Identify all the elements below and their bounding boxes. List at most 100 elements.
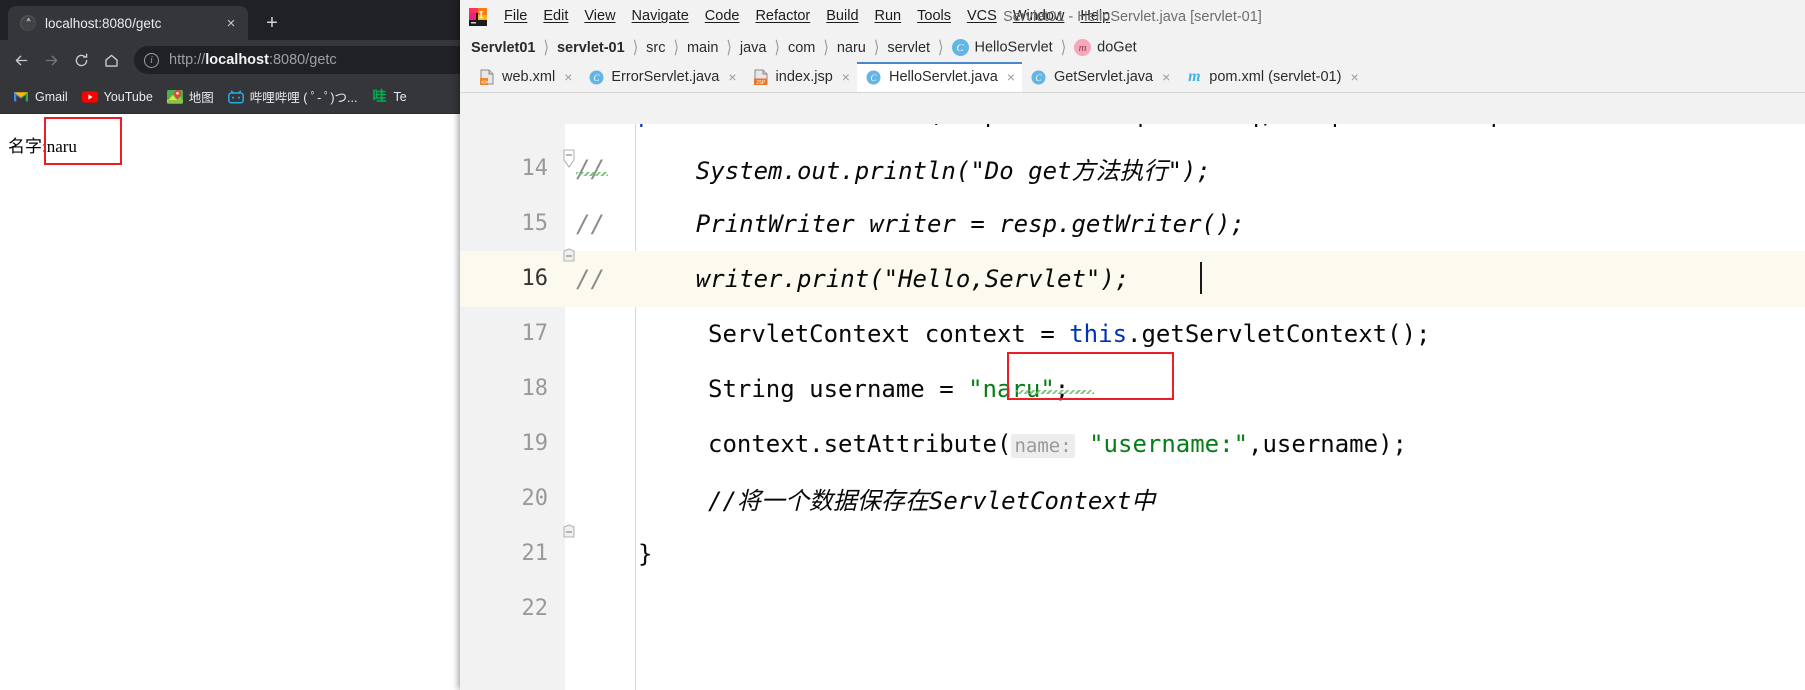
code-line-19[interactable]: 19 context.setAttribute(name: "username:… [460, 416, 1805, 472]
chrome-browser-window: localhost:8080/getc × + i http://localho… [0, 0, 540, 690]
code-line-20[interactable]: 20 //将一个数据保存在ServletContext中 [460, 471, 1805, 527]
editor-tab-web-xml[interactable]: <> web.xml × [470, 62, 579, 92]
line-content: context.setAttribute(name: "username:",u… [708, 430, 1805, 458]
code-line-14[interactable]: 14 // System.out.println("Do get方法执行"); [460, 141, 1805, 197]
close-icon[interactable]: × [842, 70, 850, 84]
menu-help[interactable]: Help [1072, 6, 1118, 27]
bookmark-label: Te [393, 89, 407, 104]
line-number: 20 [521, 486, 549, 512]
menu-refactor[interactable]: Refactor [747, 6, 818, 27]
fold-handle-icon[interactable] [559, 248, 579, 270]
bookmark-gmail[interactable]: Gmail [6, 85, 75, 109]
inspection-squiggle [576, 172, 608, 176]
breadcrumb-separator: ⟩ [1060, 36, 1067, 57]
line-number: 22 [521, 596, 549, 622]
xml-file-icon: <> [479, 69, 495, 85]
breadcrumb-item-method[interactable]: m doGet [1074, 39, 1137, 56]
line-content: } [638, 539, 653, 568]
line-content: protected void doGet(HttpServletRequest … [638, 124, 1805, 128]
breadcrumb: Servlet01 ⟩ servlet-01 ⟩ src ⟩ main ⟩ ja… [460, 33, 1805, 62]
bookmark-youtube[interactable]: YouTube [75, 85, 160, 109]
back-icon[interactable] [6, 45, 36, 75]
code-editor[interactable]: 13 protected void doGet(HttpServletReque… [460, 124, 1805, 690]
bookmark-te[interactable]: 哇 Te [364, 85, 413, 109]
close-icon[interactable]: × [1007, 70, 1015, 84]
breadcrumb-item-servlet[interactable]: servlet [887, 40, 930, 56]
close-icon[interactable]: × [728, 70, 736, 84]
menu-view[interactable]: View [576, 6, 623, 27]
menu-build[interactable]: Build [818, 6, 866, 27]
code-line-21[interactable]: 21 } [460, 526, 1805, 582]
forward-icon[interactable] [36, 45, 66, 75]
breadcrumb-item-java[interactable]: java [740, 40, 767, 56]
breadcrumb-item-module[interactable]: servlet-01 [557, 40, 625, 56]
editor-tab-pom-xml[interactable]: m pom.xml (servlet-01) × [1177, 62, 1365, 92]
code-line-13[interactable]: 13 protected void doGet(HttpServletReque… [460, 124, 1805, 142]
line19-string-literal: "username:" [1074, 429, 1249, 458]
line17-a: ServletContext context = [708, 319, 1070, 348]
comment-marker: // [576, 264, 605, 293]
site-info-icon[interactable]: i [144, 52, 159, 68]
close-icon[interactable]: × [1162, 70, 1170, 84]
line-content: writer.print("Hello,Servlet"); [638, 264, 1130, 293]
svg-text:C: C [871, 73, 878, 83]
screen-root: localhost:8080/getc × + i http://localho… [0, 0, 1805, 690]
code-line-16[interactable]: 16 // writer.print("Hello,Servlet"); [460, 251, 1805, 307]
menu-code-label: Code [704, 8, 740, 25]
bookmark-maps[interactable]: 地图 [160, 85, 221, 109]
new-tab-button[interactable]: + [258, 9, 286, 37]
breadcrumb-item-src[interactable]: src [646, 40, 665, 56]
java-class-icon: C [1031, 69, 1047, 85]
editor-tab-helloservlet[interactable]: C HelloServlet.java × [856, 62, 1022, 92]
code-line-15[interactable]: 15 // PrintWriter writer = resp.getWrite… [460, 196, 1805, 252]
close-icon[interactable]: × [564, 70, 572, 84]
fold-handle-icon[interactable] [559, 524, 579, 546]
menu-window[interactable]: Window [1005, 6, 1073, 27]
menu-tools[interactable]: Tools [909, 6, 959, 27]
menu-refactor-label: Refactor [755, 8, 811, 25]
browser-tab[interactable]: localhost:8080/getc × [8, 6, 248, 40]
address-bar-text: http://localhost:8080/getc [169, 52, 337, 68]
menu-file[interactable]: File [496, 6, 535, 27]
editor-tab-errorservlet[interactable]: C ErrorServlet.java × [579, 62, 743, 92]
breadcrumb-item-main[interactable]: main [687, 40, 718, 56]
line-content: System.out.println("Do get方法执行"); [638, 157, 1211, 186]
menu-run-label: Run [874, 8, 902, 25]
breadcrumb-separator: ⟩ [873, 36, 880, 57]
line19-a: context.setAttribute( [708, 429, 1012, 458]
close-icon[interactable]: × [222, 14, 240, 32]
bookmark-bilibili[interactable]: 哔哩哔哩 ( ﾟ- ﾟ)つ... [221, 85, 365, 109]
annotation-rectangle-page [44, 117, 122, 165]
bilibili-icon [227, 89, 244, 105]
breadcrumb-item-com[interactable]: com [788, 40, 815, 56]
breadcrumb-separator: ⟩ [823, 36, 829, 57]
editor-tab-label: HelloServlet.java [888, 69, 998, 85]
reload-icon[interactable] [66, 45, 96, 75]
menu-code[interactable]: Code [697, 6, 748, 27]
editor-tab-index-jsp[interactable]: JSP index.jsp × [744, 62, 857, 92]
menu-run[interactable]: Run [867, 6, 910, 27]
menu-vcs[interactable]: VCS [959, 6, 1005, 27]
close-icon[interactable]: × [1350, 70, 1358, 84]
menu-navigate[interactable]: Navigate [624, 6, 697, 27]
url-host: localhost [205, 52, 269, 68]
breadcrumb-item-naru[interactable]: naru [837, 40, 866, 56]
breadcrumb-item-class[interactable]: C HelloServlet [951, 39, 1053, 56]
idea-menu-bar: File Edit View Navigate Code Refactor Bu… [460, 0, 1805, 33]
menu-edit-label: Edit [543, 8, 569, 25]
menu-tools-label: Tools [917, 8, 951, 25]
line-number: 14 [521, 156, 549, 182]
breadcrumb-item-project[interactable]: Servlet01 [471, 40, 536, 56]
line13-keyword: protected void [638, 124, 840, 128]
fold-handle-icon[interactable] [559, 148, 579, 170]
code-line-22[interactable]: 22 [460, 581, 1805, 637]
home-icon[interactable] [96, 45, 126, 75]
line13-args: (HttpServletRequest req, HttpServletResp… [927, 124, 1563, 128]
menu-edit[interactable]: Edit [535, 6, 576, 27]
comment-marker: // [576, 209, 605, 238]
text-caret [1200, 262, 1202, 294]
code-lines: 13 protected void doGet(HttpServletReque… [460, 124, 1805, 690]
url-path: :8080/getc [268, 52, 337, 68]
wa-icon: 哇 [372, 88, 387, 105]
editor-tab-getservlet[interactable]: C GetServlet.java × [1022, 62, 1177, 92]
